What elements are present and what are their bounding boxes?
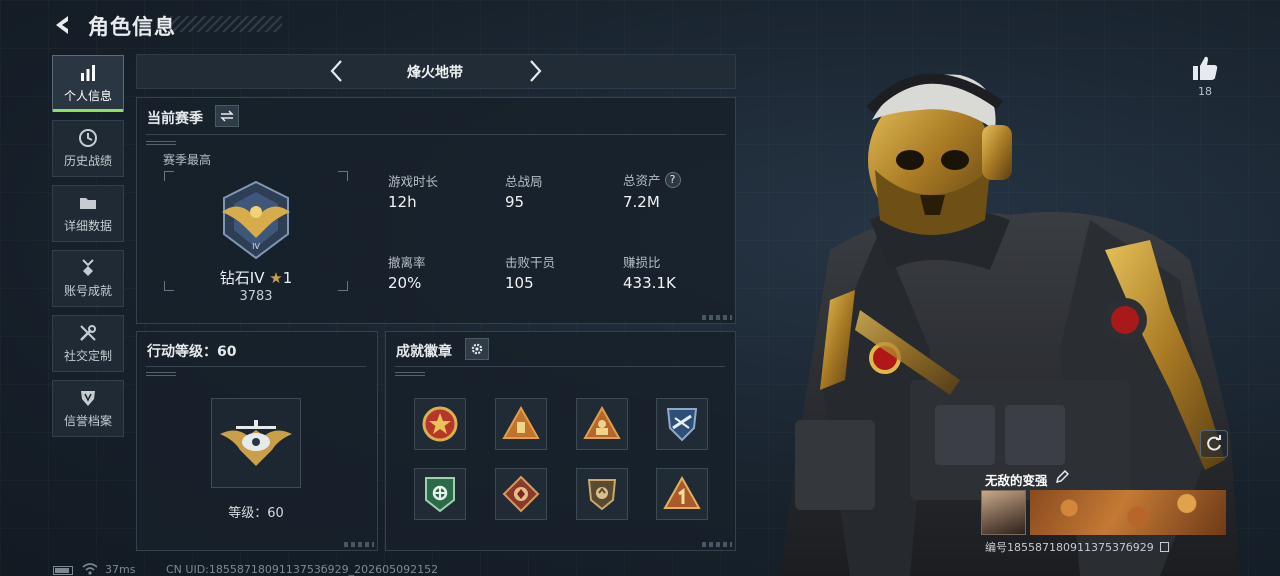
- sidebar-item-detailed-data[interactable]: 详细数据: [52, 185, 124, 242]
- sidebar-item-achievements[interactable]: 账号成就: [52, 250, 124, 307]
- ping-value: 37ms: [105, 563, 136, 576]
- stat-label-profit-loss: 赚损比: [623, 255, 661, 270]
- stat-label-operators-defeated: 击败干员: [505, 255, 556, 270]
- clock-icon: [79, 129, 97, 147]
- level-title: 行动等级：60: [147, 344, 237, 360]
- mode-name: 烽火地带: [407, 65, 463, 81]
- divider: [395, 366, 725, 367]
- achievement-badge-8[interactable]: [656, 468, 708, 520]
- medal-icon: [82, 259, 94, 276]
- achievements-title: 成就徽章: [396, 344, 452, 360]
- stat-label-total-assets-wrap: 总资产 ?: [623, 170, 681, 189]
- achievement-badge-1[interactable]: [414, 398, 466, 450]
- sidebar-item-label: 历史战绩: [63, 154, 112, 168]
- stat-value-total-matches: 95: [505, 193, 525, 211]
- stat-value-extraction-rate: 20%: [388, 274, 422, 292]
- battery-icon: [53, 566, 73, 575]
- red-diamond-badge-icon: [502, 475, 540, 513]
- rank-score: 3783: [239, 289, 273, 304]
- edit-pencil-icon[interactable]: [1055, 470, 1069, 484]
- orange-triangle-badge-icon: [502, 405, 540, 439]
- name-card-banner[interactable]: [1030, 490, 1226, 535]
- refresh-icon: [1207, 435, 1221, 451]
- chevron-left-icon[interactable]: [326, 58, 348, 84]
- achievement-badge-3[interactable]: [576, 398, 628, 450]
- stat-label-play-time: 游戏时长: [388, 174, 439, 189]
- tools-icon: [80, 325, 96, 341]
- sidebar-item-label: 社交定制: [63, 349, 112, 363]
- card-uid: 编号18558718091137537б929: [985, 539, 1170, 555]
- wifi-icon: [82, 563, 98, 575]
- rank-stars: 1: [282, 269, 293, 287]
- swap-icon: [220, 110, 234, 122]
- stat-value-total-assets: 7.2M: [623, 193, 660, 211]
- stat-label-total-assets: 总资产: [623, 173, 661, 188]
- achievement-badge-4[interactable]: [656, 398, 708, 450]
- footer-uid: CN UID:1855871809113753б929_202605092152: [166, 563, 439, 576]
- page-title: 角色信息: [88, 15, 176, 39]
- sidebar-item-social-custom[interactable]: 社交定制: [52, 315, 124, 372]
- refresh-button[interactable]: [1200, 430, 1228, 458]
- stat-label-extraction-rate: 撤离率: [388, 255, 426, 270]
- green-shield-badge-icon: [425, 477, 455, 513]
- copy-icon[interactable]: [1160, 542, 1170, 552]
- season-title: 当前赛季: [147, 111, 203, 127]
- bronze-shield-badge-icon: [587, 479, 617, 511]
- like-count: 18: [1198, 85, 1212, 98]
- sidebar-item-label: 账号成就: [63, 284, 112, 298]
- sidebar-item-history[interactable]: 历史战绩: [52, 120, 124, 177]
- rank-diamond-emblem-icon: IV: [222, 180, 290, 260]
- svg-text:IV: IV: [252, 242, 260, 251]
- red-star-badge-icon: [422, 406, 458, 442]
- stat-value-operators-defeated: 105: [505, 274, 534, 292]
- decoration-lines: [146, 141, 176, 145]
- gear-icon: [471, 343, 483, 355]
- achievement-badge-7[interactable]: [576, 468, 628, 520]
- level-caption: 等级：60: [228, 506, 284, 521]
- divider: [146, 366, 366, 367]
- avatar[interactable]: [981, 490, 1026, 535]
- sidebar-item-label: 信誉档案: [63, 414, 112, 428]
- bar-chart-icon: [81, 65, 95, 81]
- achievement-badge-5[interactable]: [414, 468, 466, 520]
- decoration-lines: [146, 372, 176, 376]
- back-arrow-icon[interactable]: [50, 12, 76, 38]
- divider: [146, 134, 726, 135]
- card-uid-text: 编号18558718091137537б929: [985, 541, 1154, 554]
- chevron-right-icon[interactable]: [524, 58, 546, 84]
- soldier-triangle-badge-icon: [583, 405, 621, 439]
- help-icon[interactable]: ?: [664, 171, 681, 188]
- folder-icon: [80, 198, 96, 209]
- blue-shield-badge-icon: [666, 408, 698, 442]
- thumbs-up-icon[interactable]: [1190, 54, 1220, 82]
- decoration-marks: [344, 542, 374, 547]
- decoration-marks: [702, 542, 732, 547]
- achievement-badge-2[interactable]: [495, 398, 547, 450]
- rank-line: 钻石IV ★1: [163, 267, 349, 288]
- card-name: 无敌的变强: [985, 473, 1048, 488]
- shield-icon: [81, 391, 95, 406]
- stat-value-play-time: 12h: [388, 193, 417, 211]
- achievements-settings-button[interactable]: [465, 338, 489, 360]
- sidebar-item-reputation[interactable]: 信誉档案: [52, 380, 124, 437]
- season-best-label: 赛季最高: [163, 153, 212, 167]
- decoration-lines: [395, 372, 425, 376]
- helicopter-emblem-icon: [220, 420, 292, 466]
- achievement-badge-6[interactable]: [495, 468, 547, 520]
- decoration-marks: [702, 315, 732, 320]
- title-decoration: [170, 16, 282, 32]
- stat-value-profit-loss: 433.1K: [623, 274, 676, 292]
- sidebar-item-personal-info[interactable]: 个人信息: [52, 55, 124, 112]
- sidebar-item-label: 个人信息: [63, 89, 112, 103]
- sidebar-item-label: 详细数据: [63, 219, 112, 233]
- rank-name: 钻石IV: [219, 269, 265, 287]
- stat-label-total-matches: 总战局: [505, 174, 543, 189]
- rank-triangle-badge-icon: [663, 475, 701, 509]
- star-icon: ★: [269, 269, 283, 287]
- switch-season-button[interactable]: [215, 105, 239, 127]
